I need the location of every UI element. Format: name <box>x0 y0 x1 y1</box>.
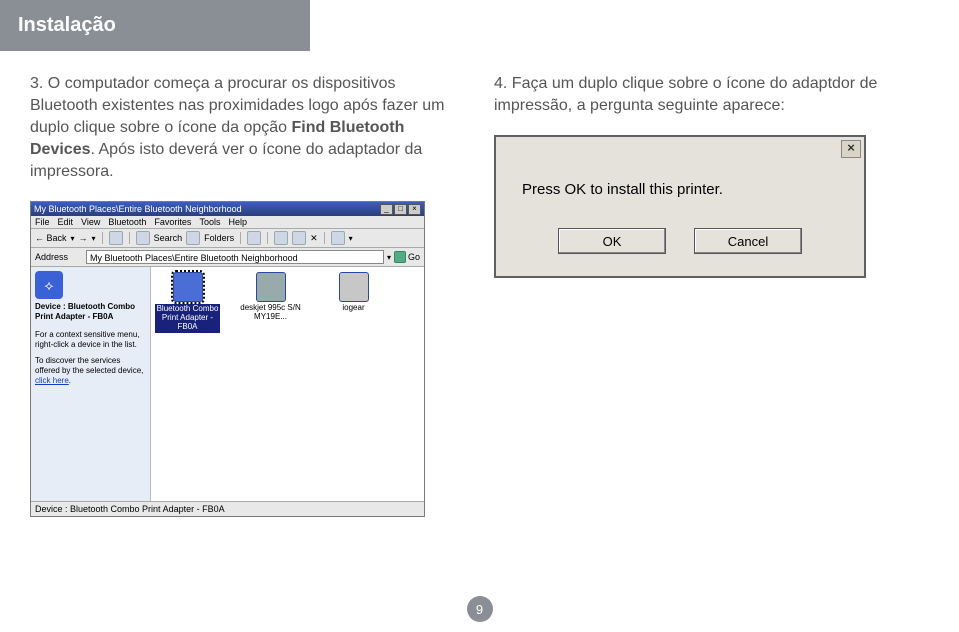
maximize-button[interactable]: □ <box>394 204 407 215</box>
step-3-text: 3. O computador começa a procurar os dis… <box>30 73 460 183</box>
address-dropdown-icon[interactable]: ▾ <box>387 253 391 262</box>
laptop-icon <box>339 272 369 302</box>
dialog-close-button[interactable]: × <box>841 140 861 158</box>
go-icon <box>394 251 406 263</box>
toolbar-separator <box>267 232 268 244</box>
toolbar-separator <box>129 232 130 244</box>
search-label[interactable]: Search <box>154 233 183 243</box>
menu-edit[interactable]: Edit <box>58 217 74 227</box>
dialog-button-row: OK Cancel <box>496 228 864 276</box>
step-4-body: Faça um duplo clique sobre o ícone do ad… <box>494 75 877 114</box>
window-controls: _ □ × <box>380 204 421 215</box>
device-label: Bluetooth Combo Print Adapter - FB0A <box>155 304 220 332</box>
window-title: My Bluetooth Places\Entire Bluetooth Nei… <box>34 204 242 214</box>
side-hint-2: To discover the services offered by the … <box>35 356 146 386</box>
column-left: 3. O computador começa a procurar os dis… <box>30 73 460 517</box>
cancel-button[interactable]: Cancel <box>694 228 802 254</box>
section-title: Instalação <box>18 14 116 36</box>
toolbar-separator <box>102 232 103 244</box>
device-item[interactable]: deskjet 995c S/N MY19E... <box>238 272 303 322</box>
address-bar: Address My Bluetooth Places\Entire Bluet… <box>31 248 424 267</box>
minimize-button[interactable]: _ <box>380 204 393 215</box>
address-input[interactable]: My Bluetooth Places\Entire Bluetooth Nei… <box>86 250 384 264</box>
views-dropdown-icon[interactable]: ▾ <box>349 234 353 243</box>
forward-button[interactable]: → <box>79 233 88 243</box>
address-icon <box>71 251 83 263</box>
status-text: Device : Bluetooth Combo Print Adapter -… <box>35 504 225 514</box>
explorer-window: My Bluetooth Places\Entire Bluetooth Nei… <box>30 201 425 517</box>
device-item[interactable]: Bluetooth Combo Print Adapter - FB0A <box>155 272 220 332</box>
back-dropdown-icon[interactable]: ▾ <box>71 234 75 243</box>
close-button[interactable]: × <box>408 204 421 215</box>
explorer-body: ⟡ Device : Bluetooth Combo Print Adapter… <box>31 267 424 512</box>
up-icon[interactable] <box>109 231 123 245</box>
device-item[interactable]: iogear <box>321 272 386 313</box>
menu-view[interactable]: View <box>81 217 100 227</box>
status-bar: Device : Bluetooth Combo Print Adapter -… <box>31 501 424 516</box>
history-icon[interactable] <box>247 231 261 245</box>
ok-button[interactable]: OK <box>558 228 666 254</box>
device-label: deskjet 995c S/N MY19E... <box>238 304 303 322</box>
bluetooth-icon: ⟡ <box>35 271 63 299</box>
printer-icon <box>256 272 286 302</box>
side-device-label: Device : Bluetooth Combo Print Adapter -… <box>35 302 146 322</box>
side-pane: ⟡ Device : Bluetooth Combo Print Adapter… <box>31 267 151 512</box>
folders-icon[interactable] <box>186 231 200 245</box>
views-icon[interactable] <box>331 231 345 245</box>
back-button[interactable]: ← Back <box>35 233 67 243</box>
forward-dropdown-icon[interactable]: ▾ <box>92 234 96 243</box>
dialog-message: Press OK to install this printer. <box>496 137 864 228</box>
printer-adapter-icon <box>173 272 203 302</box>
step-number: 4. <box>494 75 507 92</box>
toolbar-separator <box>324 232 325 244</box>
delete-icon[interactable]: ✕ <box>310 233 318 244</box>
address-label: Address <box>35 252 68 262</box>
device-label: iogear <box>321 304 386 313</box>
device-list: Bluetooth Combo Print Adapter - FB0A des… <box>151 267 424 512</box>
menu-file[interactable]: File <box>35 217 50 227</box>
tb-icon-b[interactable] <box>292 231 306 245</box>
page-number: 9 <box>467 596 493 622</box>
side-hint-1: For a context sensitive menu, right-clic… <box>35 330 146 350</box>
section-header: Instalação <box>0 0 310 51</box>
search-icon[interactable] <box>136 231 150 245</box>
go-button[interactable]: Go <box>394 251 420 263</box>
menu-help[interactable]: Help <box>228 217 247 227</box>
page-number-value: 9 <box>476 602 483 617</box>
folders-label[interactable]: Folders <box>204 233 234 243</box>
tb-icon-a[interactable] <box>274 231 288 245</box>
explorer-titlebar: My Bluetooth Places\Entire Bluetooth Nei… <box>31 202 424 216</box>
toolbar: ← Back ▾ → ▾ Search Folders ✕ ▾ <box>31 229 424 248</box>
step-number: 3. <box>30 75 43 92</box>
install-dialog: × Press OK to install this printer. OK C… <box>494 135 866 278</box>
menu-bluetooth[interactable]: Bluetooth <box>108 217 146 227</box>
click-here-link[interactable]: click here <box>35 376 69 385</box>
menu-bar: File Edit View Bluetooth Favorites Tools… <box>31 216 424 229</box>
step-4-text: 4. Faça um duplo clique sobre o ícone do… <box>494 73 924 117</box>
menu-favorites[interactable]: Favorites <box>154 217 191 227</box>
toolbar-separator <box>240 232 241 244</box>
column-right: 4. Faça um duplo clique sobre o ícone do… <box>494 73 924 517</box>
content-columns: 3. O computador começa a procurar os dis… <box>0 51 959 517</box>
menu-tools[interactable]: Tools <box>199 217 220 227</box>
